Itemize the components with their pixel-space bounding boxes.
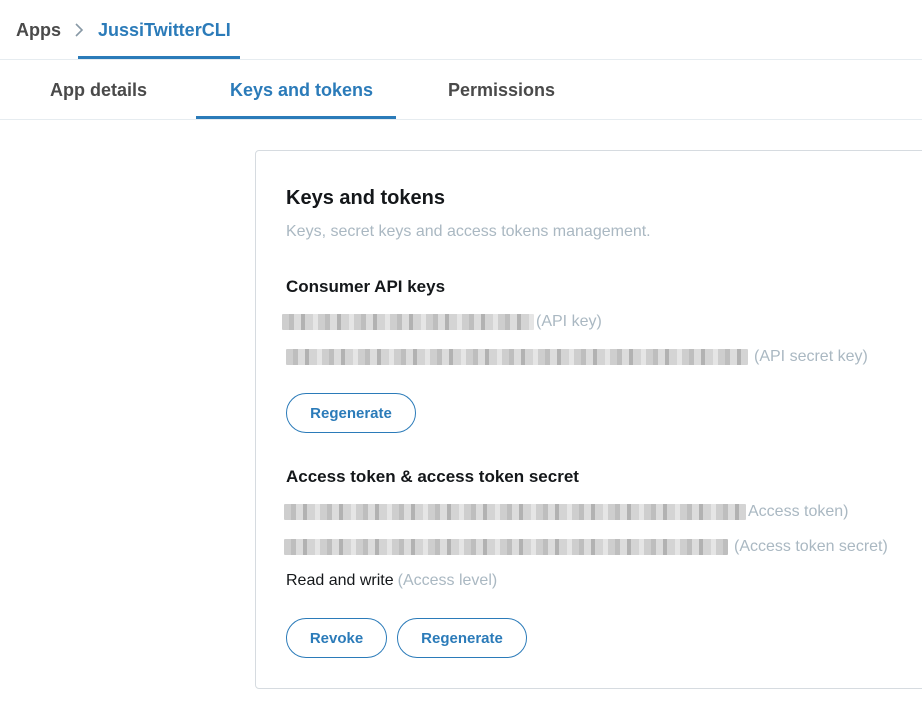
tab-keys-and-tokens[interactable]: Keys and tokens: [230, 80, 373, 101]
tab-app-details[interactable]: App details: [50, 80, 147, 101]
breadcrumb-current-app[interactable]: JussiTwitterCLI: [98, 20, 231, 41]
regenerate-consumer-keys-button[interactable]: Regenerate: [286, 393, 416, 433]
access-token-value-redacted: [284, 504, 746, 520]
consumer-api-keys-title: Consumer API keys: [286, 277, 446, 296]
card-title: Keys and tokens: [286, 187, 445, 209]
access-token-row: Access token): [284, 501, 848, 523]
access-token-secret-value-redacted: [284, 539, 728, 555]
breadcrumb: Apps JussiTwitterCLI: [0, 0, 922, 60]
access-token-secret-row: (Access token secret): [284, 536, 888, 558]
access-level: Read and write (Access level): [286, 572, 497, 590]
card-subtitle: Keys, secret keys and access tokens mana…: [286, 223, 651, 240]
api-secret-key-label: (API secret key): [754, 348, 868, 365]
api-secret-key-value-redacted: [286, 349, 748, 365]
regenerate-access-token-button[interactable]: Regenerate: [397, 618, 527, 658]
breadcrumb-apps-link[interactable]: Apps: [16, 20, 61, 41]
chevron-right-icon: [75, 23, 84, 37]
breadcrumb-active-indicator: [78, 56, 240, 59]
active-tab-indicator: [196, 116, 396, 119]
api-key-label: (API key): [536, 313, 602, 330]
tab-bar: App details Keys and tokens Permissions: [0, 60, 922, 120]
access-token-section-title: Access token & access token secret: [286, 467, 579, 486]
tab-permissions[interactable]: Permissions: [448, 80, 555, 101]
api-key-value-redacted: [282, 314, 534, 330]
api-key-row: (API key): [282, 311, 602, 333]
keys-and-tokens-card: Keys and tokens Keys, secret keys and ac…: [255, 150, 922, 689]
api-secret-key-row: (API secret key): [286, 346, 868, 368]
access-level-label: (Access level): [397, 572, 498, 589]
access-token-secret-label: (Access token secret): [734, 538, 888, 555]
revoke-access-token-button[interactable]: Revoke: [286, 618, 387, 658]
access-token-label: Access token): [748, 503, 849, 520]
access-level-value: Read and write: [286, 572, 394, 589]
